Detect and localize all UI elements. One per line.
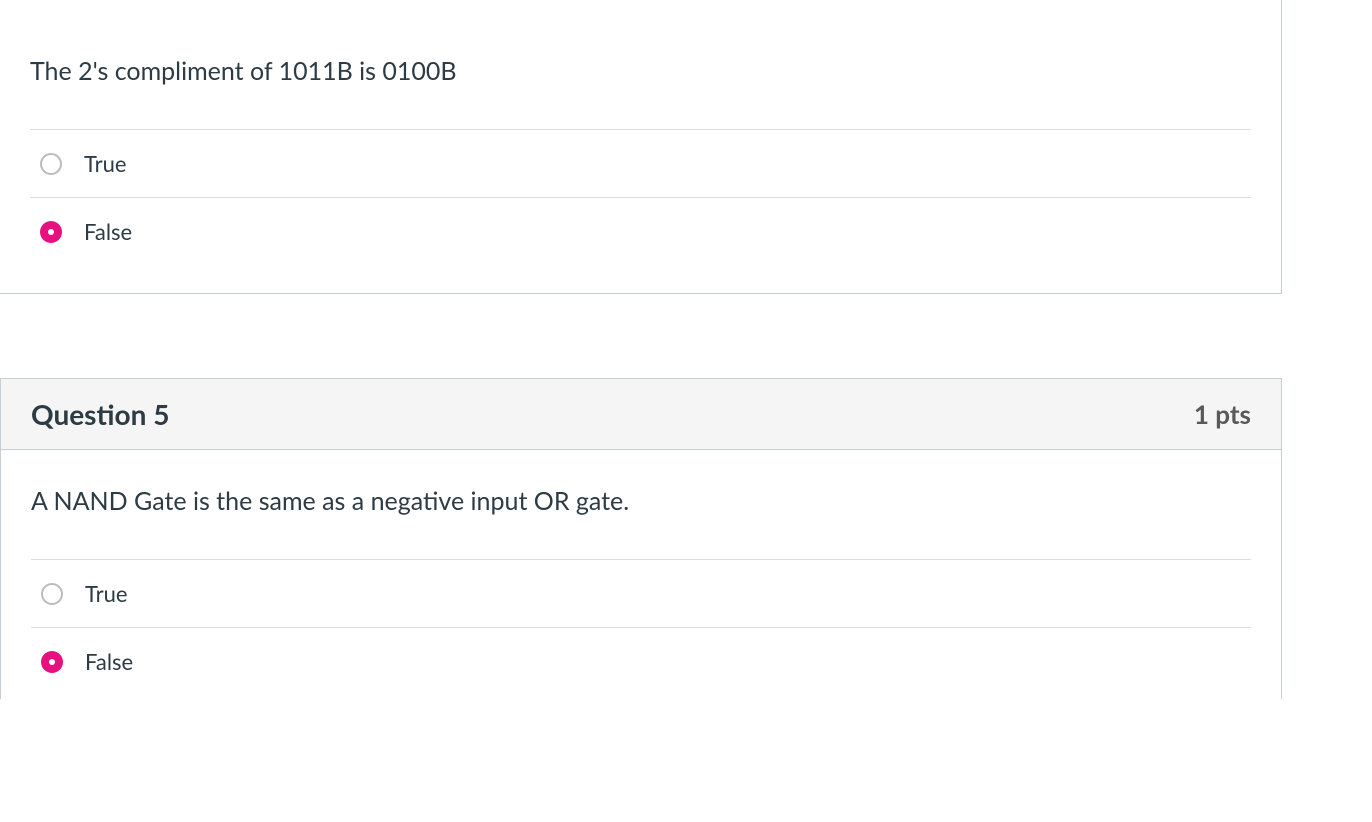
answer-option-false[interactable]: False	[31, 627, 1251, 679]
radio-icon	[41, 651, 63, 673]
question-text: The 2's compliment of 1011B is 0100B	[30, 0, 1251, 89]
answer-label: False	[85, 648, 133, 675]
question-points: 1 pts	[1194, 398, 1251, 430]
answer-list: True False	[30, 129, 1251, 253]
radio-icon	[40, 153, 62, 175]
answer-option-true[interactable]: True	[30, 129, 1251, 197]
radio-icon	[40, 221, 62, 243]
answer-label: True	[84, 150, 126, 177]
question-body: The 2's compliment of 1011B is 0100B Tru…	[0, 0, 1281, 293]
question-header: Question 5 1 pts	[1, 379, 1281, 450]
answer-option-true[interactable]: True	[31, 559, 1251, 627]
answer-label: False	[84, 218, 132, 245]
question-text: A NAND Gate is the same as a negative in…	[31, 484, 1251, 519]
answer-label: True	[85, 580, 127, 607]
question-card: Question 5 1 pts A NAND Gate is the same…	[0, 378, 1282, 699]
question-body: A NAND Gate is the same as a negative in…	[1, 450, 1281, 699]
radio-icon	[41, 583, 63, 605]
question-title: Question 5	[31, 397, 169, 431]
question-card: The 2's compliment of 1011B is 0100B Tru…	[0, 0, 1282, 294]
answer-option-false[interactable]: False	[30, 197, 1251, 253]
answer-list: True False	[31, 559, 1251, 679]
